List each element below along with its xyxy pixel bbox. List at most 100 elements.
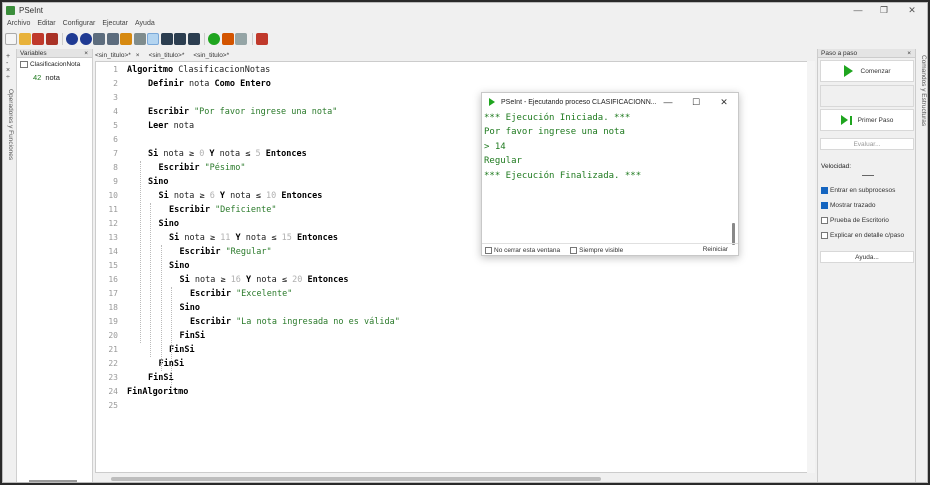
step-icon[interactable] bbox=[221, 33, 234, 45]
editor-horizontal-scrollbar[interactable] bbox=[97, 475, 811, 482]
option-explicar-detalle[interactable]: Explicar en detalle c/paso bbox=[821, 232, 904, 239]
run-icon[interactable] bbox=[208, 33, 220, 45]
code-token: Si bbox=[179, 275, 195, 285]
menu-archivo[interactable]: Archivo bbox=[7, 20, 30, 27]
close-button[interactable]: ✕ bbox=[897, 3, 927, 17]
siempre-visible-checkbox[interactable] bbox=[570, 246, 578, 254]
indent-icon[interactable] bbox=[160, 33, 173, 45]
file-tabs: <sin_titulo>* × <sin_titulo>* <sin_titul… bbox=[95, 50, 238, 60]
tab-close-icon[interactable]: × bbox=[136, 52, 140, 59]
menu-ayuda[interactable]: Ayuda bbox=[135, 20, 155, 27]
toolbar-divider bbox=[62, 33, 63, 45]
code-line[interactable]: FinSi bbox=[180, 331, 880, 341]
step-by-step-panel: Paso a paso × Comenzar Primer Paso Evalu… bbox=[817, 49, 915, 482]
velocidad-label: Velocidad: bbox=[821, 163, 851, 170]
checkbox-2[interactable] bbox=[821, 202, 828, 209]
line-number: 4 bbox=[113, 107, 118, 116]
flowchart-icon[interactable] bbox=[235, 33, 247, 45]
code-line[interactable]: Sino bbox=[169, 261, 869, 271]
option-entrar-subprocesos[interactable]: Entrar en subprocesos bbox=[821, 187, 895, 194]
checkbox-1[interactable] bbox=[821, 187, 828, 194]
save-as-icon[interactable] bbox=[45, 33, 58, 45]
console-output[interactable]: *** Ejecución Iniciada. *** Por favor in… bbox=[483, 111, 729, 243]
scroll-thumb[interactable] bbox=[111, 477, 601, 481]
checkbox-4[interactable] bbox=[821, 232, 828, 239]
code-token: 10 bbox=[266, 191, 277, 201]
option-mostrar-trazado[interactable]: Mostrar trazado bbox=[821, 202, 876, 209]
code-line[interactable]: Sino bbox=[180, 303, 880, 313]
toolbar-divider bbox=[204, 33, 205, 45]
tools-icon[interactable] bbox=[174, 33, 186, 45]
integer-type-icon: 42 bbox=[33, 73, 42, 82]
step-panel-close-icon[interactable]: × bbox=[907, 49, 911, 58]
pseint-window: PSeInt — ❐ ✕ Archivo Editar Configurar E… bbox=[2, 2, 928, 483]
code-token: Y bbox=[230, 233, 246, 243]
execution-dialog: PSeInt - Ejecutando proceso CLASIFICACIO… bbox=[481, 92, 739, 256]
speed-slider[interactable] bbox=[862, 175, 874, 176]
dialog-maximize-button[interactable]: ☐ bbox=[683, 93, 709, 111]
cut-icon[interactable] bbox=[93, 33, 105, 45]
tab-file-3[interactable]: <sin_titulo>* bbox=[193, 52, 229, 59]
code-line[interactable]: Escribir "La nota ingresada no es válida… bbox=[190, 317, 890, 327]
line-number: 5 bbox=[113, 121, 118, 130]
comenzar-button[interactable]: Comenzar bbox=[820, 60, 914, 82]
pencil-icon[interactable] bbox=[187, 33, 200, 45]
maximize-button[interactable]: ❐ bbox=[869, 3, 899, 17]
redo-icon[interactable] bbox=[79, 33, 92, 45]
code-line[interactable]: Definir nota Como Entero bbox=[148, 79, 848, 89]
line-number: 10 bbox=[108, 191, 118, 200]
console-line: *** Ejecución Iniciada. *** bbox=[484, 113, 631, 123]
primer-paso-button[interactable]: Primer Paso bbox=[820, 109, 914, 131]
step-panel-header: Paso a paso × bbox=[818, 49, 915, 58]
pseint-logo-icon bbox=[6, 5, 15, 15]
variables-scroll-thumb[interactable] bbox=[29, 480, 77, 482]
dialog-minimize-button[interactable]: — bbox=[655, 93, 681, 111]
checkbox-3[interactable] bbox=[821, 217, 828, 224]
code-line[interactable]: FinSi bbox=[159, 359, 859, 369]
no-cerrar-checkbox[interactable] bbox=[485, 246, 492, 254]
comandos-estructuras-tab[interactable]: Comandos y Estructuras bbox=[920, 55, 927, 126]
code-token: FinSi bbox=[179, 331, 206, 341]
paste-icon[interactable] bbox=[120, 33, 132, 45]
variable-item[interactable]: 42 nota bbox=[33, 73, 60, 82]
find-icon[interactable] bbox=[133, 33, 146, 45]
option-prueba-escritorio[interactable]: Prueba de Escritorio bbox=[821, 217, 889, 224]
open-folder-icon[interactable] bbox=[18, 33, 31, 45]
console-scroll-thumb[interactable] bbox=[732, 223, 735, 245]
code-line[interactable]: FinSi bbox=[148, 373, 848, 383]
code-token: Como Entero bbox=[214, 79, 271, 89]
code-token: FinSi bbox=[148, 373, 174, 383]
ayuda-button[interactable]: Ayuda... bbox=[820, 251, 914, 263]
operators-toggle-icon[interactable]: + - × ÷ bbox=[6, 53, 10, 81]
tab-file-1[interactable]: <sin_titulo>* bbox=[95, 52, 131, 59]
menu-configurar[interactable]: Configurar bbox=[63, 20, 96, 27]
zoom-icon[interactable] bbox=[147, 33, 159, 45]
toolbar-divider bbox=[251, 33, 253, 45]
copy-icon[interactable] bbox=[106, 33, 119, 45]
dialog-close-button[interactable]: ✕ bbox=[711, 93, 737, 111]
indent-guide bbox=[139, 161, 141, 343]
reiniciar-button[interactable]: Reiniciar bbox=[703, 246, 728, 253]
variables-close-icon[interactable]: × bbox=[84, 49, 88, 58]
line-number: 13 bbox=[108, 233, 118, 242]
menu-ejecutar[interactable]: Ejecutar bbox=[102, 20, 128, 27]
editor-vertical-scrollbar[interactable] bbox=[807, 61, 815, 473]
menu-editar[interactable]: Editar bbox=[37, 20, 55, 27]
evaluar-button[interactable]: Evaluar... bbox=[820, 138, 914, 150]
line-number: 20 bbox=[108, 331, 118, 340]
code-token: 11 bbox=[220, 233, 231, 243]
toolbar bbox=[3, 30, 927, 48]
save-icon[interactable] bbox=[32, 33, 44, 45]
code-line[interactable]: FinAlgoritmo bbox=[127, 387, 827, 397]
undo-icon[interactable] bbox=[66, 33, 78, 45]
help-icon[interactable] bbox=[255, 33, 268, 45]
code-line[interactable]: FinSi bbox=[169, 345, 869, 355]
code-line[interactable]: Escribir "Excelente" bbox=[190, 289, 890, 299]
tab-file-2[interactable]: <sin_titulo>* bbox=[149, 52, 185, 59]
line-number: 3 bbox=[113, 93, 118, 102]
new-file-icon[interactable] bbox=[5, 33, 17, 45]
tree-root[interactable]: ClasificacionNota bbox=[20, 61, 80, 68]
operators-functions-tab[interactable]: Operadores y Funciones bbox=[7, 89, 14, 160]
code-line[interactable]: Algoritmo ClasificacionNotas bbox=[127, 65, 827, 75]
code-line[interactable]: Si nota ≥ 16 Y nota ≤ 20 Entonces bbox=[180, 275, 880, 285]
